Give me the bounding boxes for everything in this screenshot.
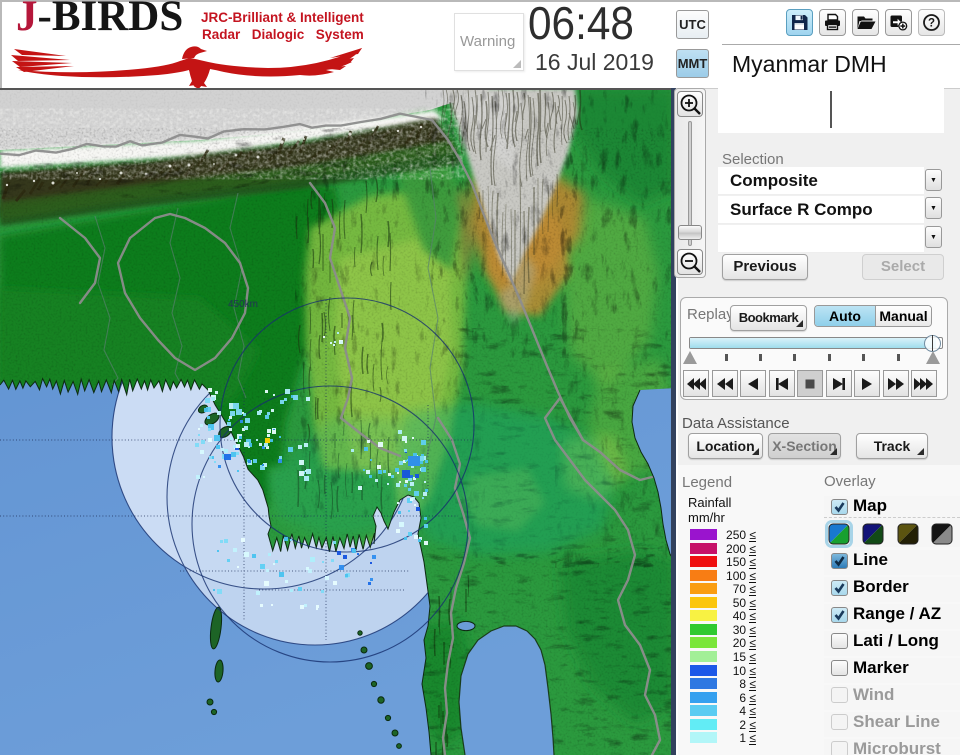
svg-text:?: ?: [928, 18, 935, 30]
svg-text:450km: 450km: [228, 299, 258, 310]
